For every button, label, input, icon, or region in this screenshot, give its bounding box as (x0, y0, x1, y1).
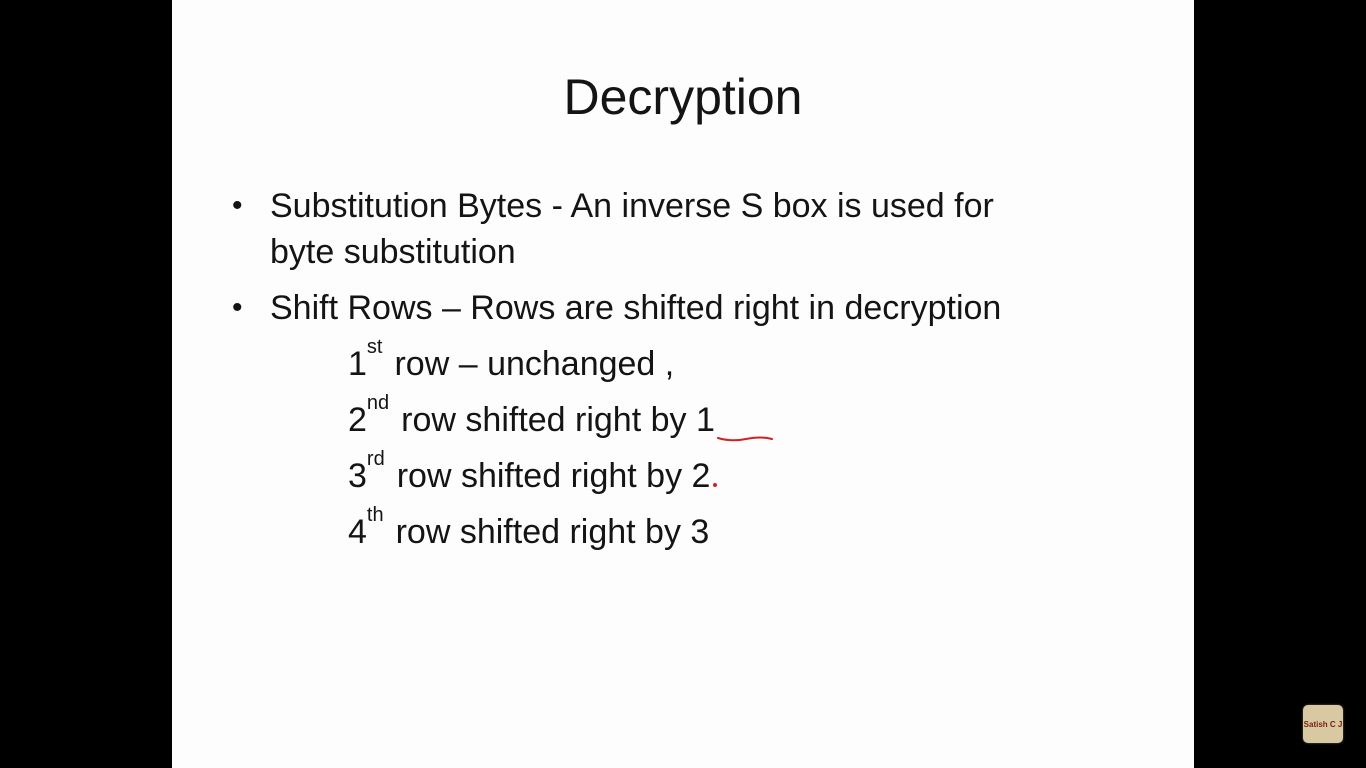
shift-row-item: 2nd row shifted right by 1 (348, 393, 715, 443)
row-number: 3 (348, 457, 367, 495)
ordinal-suffix: st (366, 336, 383, 358)
bullet-shift-rows: Shift Rows – Rows are shifted right in d… (270, 289, 1002, 327)
slide-title: Decryption (563, 69, 803, 125)
row-text: row – unchanged , (394, 345, 675, 383)
row-text: row shifted right by 2 (396, 457, 711, 495)
ordinal-suffix: nd (366, 392, 390, 414)
shift-row-item: 3rd row shifted right by 2 (348, 449, 711, 499)
shift-row-item: 4th row shifted right by 3 (348, 505, 710, 555)
ink-dot-annotation (713, 483, 717, 487)
bullet-dot: • (232, 291, 243, 324)
ordinal-suffix: rd (366, 448, 385, 470)
row-number: 1 (348, 345, 367, 383)
bullet-dot: • (232, 189, 243, 222)
bullet-substitution-bytes-continued: byte substitution (270, 233, 516, 271)
row-text: row shifted right by 3 (395, 513, 710, 551)
bullet-substitution-bytes: Substitution Bytes - An inverse S box is… (270, 187, 994, 225)
channel-watermark[interactable]: Satish C J (1303, 705, 1343, 743)
row-text: row shifted right by 1 (401, 401, 715, 439)
row-number: 2 (348, 401, 367, 439)
ink-underline-annotation (717, 436, 773, 442)
shift-row-item: 1st row – unchanged , (348, 337, 675, 387)
row-number: 4 (348, 513, 367, 551)
ordinal-suffix: th (366, 504, 384, 526)
slide: Decryption • Substitution Bytes - An inv… (172, 0, 1194, 768)
watermark-text: Satish C J (1303, 719, 1343, 729)
